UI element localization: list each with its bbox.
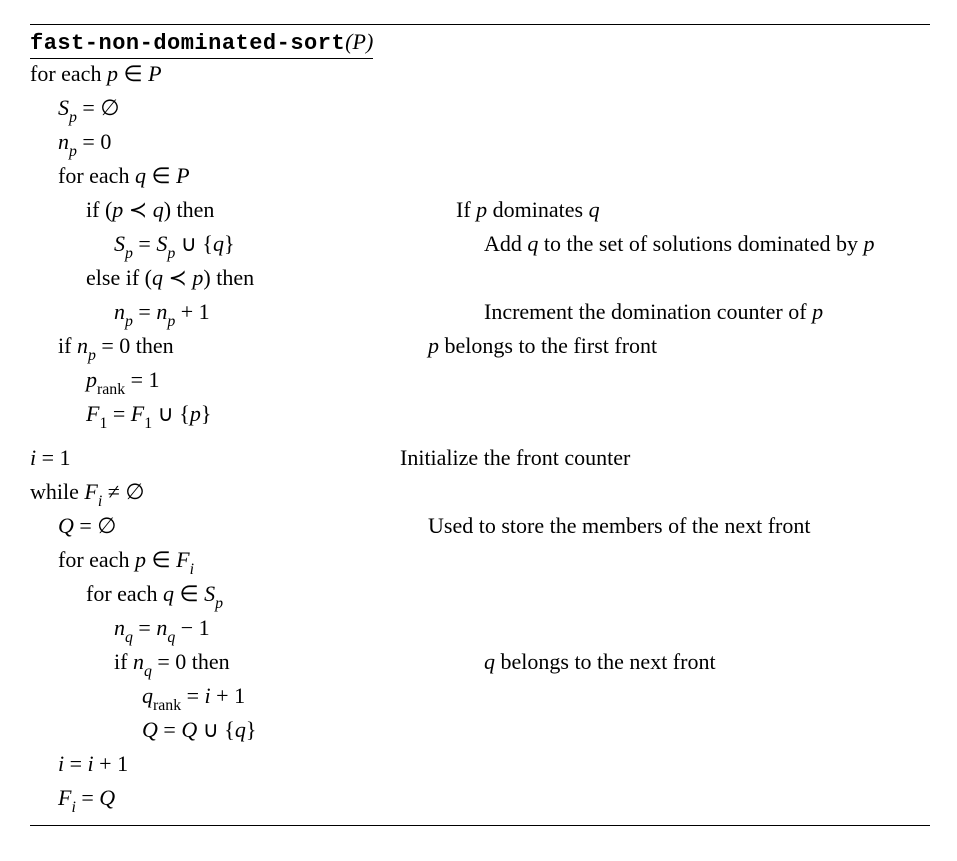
code-text: else if (q ≺ p) then <box>30 265 456 291</box>
bottom-rule <box>30 825 930 826</box>
spacer <box>30 435 927 445</box>
code-text: if nq = 0 then <box>30 649 484 679</box>
code-text: for each p ∈ P <box>30 61 400 87</box>
comment-text: Increment the domination counter of p <box>484 299 927 325</box>
code-line: for each p ∈ Fi <box>30 547 927 581</box>
code-text: qrank = i + 1 <box>30 683 512 713</box>
code-line: i = 1 Initialize the front counter <box>30 445 927 479</box>
code-text: Q = ∅ <box>30 513 428 539</box>
code-text: for each q ∈ P <box>30 163 428 189</box>
title-arg: P <box>352 29 365 54</box>
code-text: Sp = Sp ∪ {q} <box>30 231 484 261</box>
code-line: Q = Q ∪ {q} <box>30 717 927 751</box>
code-text: i = 1 <box>30 445 400 471</box>
code-text: if (p ≺ q) then <box>30 197 456 223</box>
algorithm-body: for each p ∈ P Sp = ∅ np = 0 for each q … <box>30 61 927 819</box>
title-func-name: fast-non-dominated-sort <box>30 31 345 56</box>
comment-text: If p dominates q <box>456 197 927 223</box>
code-line: while Fi ≠ ∅ <box>30 479 927 513</box>
code-text: np = np + 1 <box>30 299 484 329</box>
code-text: for each q ∈ Sp <box>30 581 456 611</box>
code-line: i = i + 1 <box>30 751 927 785</box>
code-line: if (p ≺ q) then If p dominates q <box>30 197 927 231</box>
code-text: prank = 1 <box>30 367 456 397</box>
comment-text: Used to store the members of the next fr… <box>428 513 927 539</box>
code-line: Sp = ∅ <box>30 95 927 129</box>
code-text: if np = 0 then <box>30 333 428 363</box>
code-line: Q = ∅ Used to store the members of the n… <box>30 513 927 547</box>
code-line: F1 = F1 ∪ {p} <box>30 401 927 435</box>
code-line: np = 0 <box>30 129 927 163</box>
code-line: np = np + 1 Increment the domination cou… <box>30 299 927 333</box>
code-text: while Fi ≠ ∅ <box>30 479 400 509</box>
comment-text: Add q to the set of solutions dominated … <box>484 231 927 257</box>
code-line: for each q ∈ P <box>30 163 927 197</box>
code-line: if np = 0 then p belongs to the first fr… <box>30 333 927 367</box>
code-line: else if (q ≺ p) then <box>30 265 927 299</box>
algorithm-title: fast-non-dominated-sort(P) <box>30 29 373 59</box>
code-line: prank = 1 <box>30 367 927 401</box>
code-text: Sp = ∅ <box>30 95 428 125</box>
code-line: Sp = Sp ∪ {q} Add q to the set of soluti… <box>30 231 927 265</box>
code-text: i = i + 1 <box>30 751 428 777</box>
code-text: Fi = Q <box>30 785 428 815</box>
code-text: for each p ∈ Fi <box>30 547 428 577</box>
code-line: for each q ∈ Sp <box>30 581 927 615</box>
code-line: qrank = i + 1 <box>30 683 927 717</box>
code-text: Q = Q ∪ {q} <box>30 717 512 743</box>
code-text: np = 0 <box>30 129 428 159</box>
title-arg-close: ) <box>366 29 373 54</box>
code-line: for each p ∈ P <box>30 61 927 95</box>
code-line: nq = nq − 1 <box>30 615 927 649</box>
code-line: Fi = Q <box>30 785 927 819</box>
code-text: F1 = F1 ∪ {p} <box>30 401 456 431</box>
comment-text: p belongs to the first front <box>428 333 927 359</box>
comment-text: Initialize the front counter <box>400 445 927 471</box>
top-rule <box>30 24 930 25</box>
comment-text: q belongs to the next front <box>484 649 927 675</box>
code-line: if nq = 0 then q belongs to the next fro… <box>30 649 927 683</box>
code-text: nq = nq − 1 <box>30 615 484 645</box>
